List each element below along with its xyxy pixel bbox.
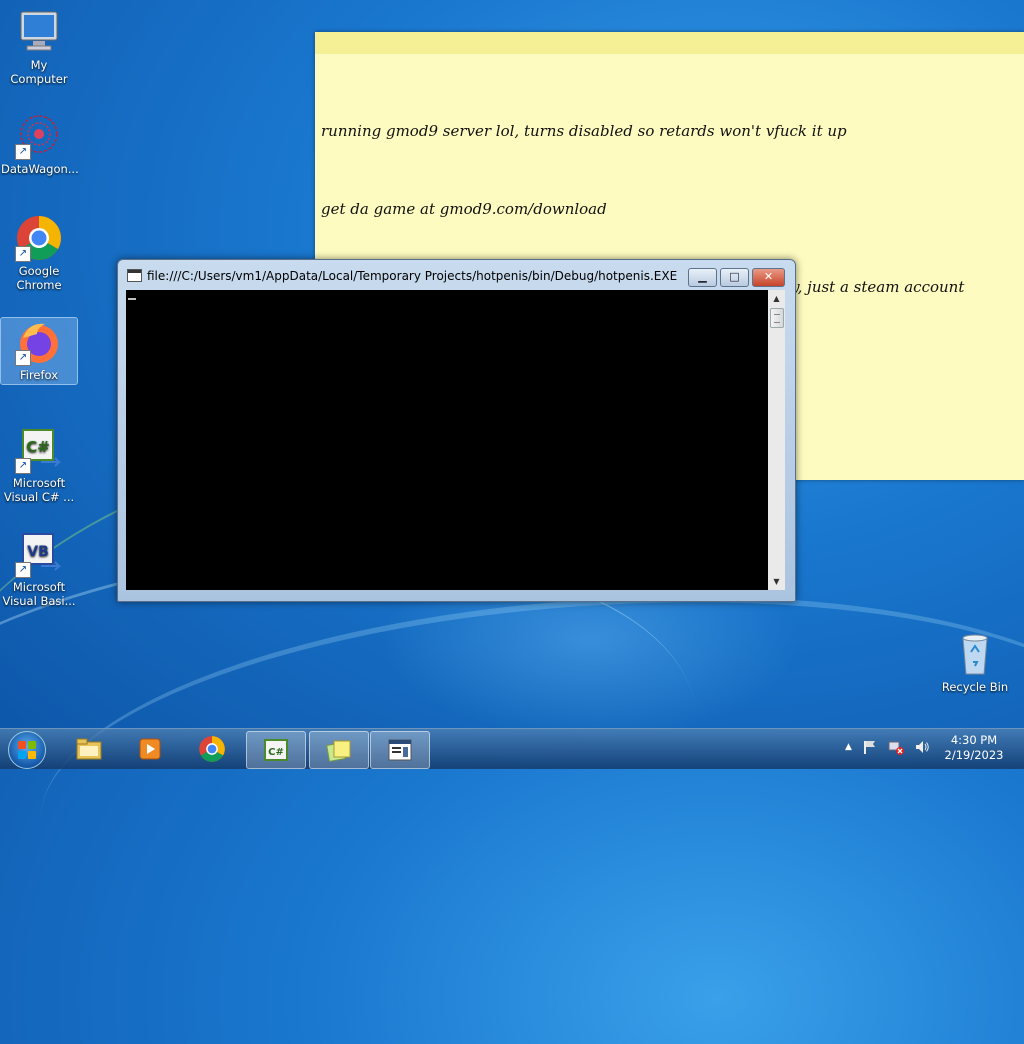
desktop-icon-label: Recycle Bin xyxy=(941,680,1009,694)
desktop-icon-visual-basic[interactable]: VB ↗ Microsoft Visual Basi... xyxy=(1,530,77,608)
media-player-icon xyxy=(139,738,161,760)
desktop-icon-google-chrome[interactable]: ↗ Google Chrome xyxy=(1,214,77,292)
console-app-icon[interactable] xyxy=(127,269,142,282)
desktop-icon-label: Microsoft Visual Basi... xyxy=(2,580,76,608)
sticky-line: get da game at gmod9.com/download xyxy=(321,200,607,218)
sticky-notes-icon xyxy=(326,740,351,762)
taskbar-visual-csharp-button[interactable]: C# xyxy=(246,731,306,769)
taskbar-clock[interactable]: 4:30 PM 2/19/2023 xyxy=(936,733,1012,763)
shortcut-arrow-icon: ↗ xyxy=(15,350,31,366)
taskbar-chrome-button[interactable] xyxy=(183,731,241,767)
text-cursor xyxy=(128,298,136,300)
vertical-scrollbar[interactable]: ▲ ▼ xyxy=(768,290,785,590)
svg-text:C#: C# xyxy=(268,747,284,758)
show-hidden-icons-arrow-icon[interactable]: ▲ xyxy=(845,742,852,752)
desktop-icon-recycle-bin[interactable]: Recycle Bin xyxy=(937,630,1013,694)
scroll-down-arrow-icon[interactable]: ▼ xyxy=(768,573,785,590)
recycle-bin-icon xyxy=(951,630,999,678)
taskbar-sticky-notes-button[interactable] xyxy=(309,731,369,769)
visual-csharp-icon: C# ↗ xyxy=(15,426,63,474)
desktop-icon-label: DataWagon... xyxy=(1,162,79,176)
console-window[interactable]: file:///C:/Users/vm1/AppData/Local/Tempo… xyxy=(117,259,796,602)
desktop-icon-my-computer[interactable]: My Computer xyxy=(1,8,77,86)
taskbar-explorer-button[interactable] xyxy=(60,731,118,767)
console-output[interactable] xyxy=(126,290,768,590)
taskbar-media-player-button[interactable] xyxy=(121,731,179,767)
visual-basic-icon: VB ↗ xyxy=(15,530,63,578)
visual-csharp-icon: C# xyxy=(264,739,288,761)
system-tray: ▲ xyxy=(845,739,930,755)
start-button[interactable] xyxy=(8,731,46,769)
console-titlebar[interactable]: file:///C:/Users/vm1/AppData/Local/Tempo… xyxy=(118,260,795,290)
desktop-icon-label: Microsoft Visual C# ... xyxy=(3,476,75,504)
shortcut-arrow-icon: ↗ xyxy=(15,458,31,474)
shortcut-arrow-icon: ↗ xyxy=(15,144,31,160)
datawagon-icon: ↗ xyxy=(15,112,63,160)
minimize-button[interactable]: ▁ xyxy=(688,268,717,287)
action-center-flag-icon[interactable] xyxy=(862,739,878,755)
scrollbar-thumb[interactable] xyxy=(770,308,784,328)
desktop-icon-datawagon[interactable]: ↗ DataWagon... xyxy=(1,112,79,176)
taskbar: C# ▲ 4:30 PM 2/19/2023 xyxy=(0,728,1024,769)
desktop-icon-label: Firefox xyxy=(19,368,59,382)
windows-logo-icon xyxy=(18,741,36,759)
computer-icon xyxy=(15,8,63,56)
window-title: file:///C:/Users/vm1/AppData/Local/Tempo… xyxy=(147,269,678,283)
chrome-icon: ↗ xyxy=(15,214,63,262)
desktop-icon-visual-csharp[interactable]: C# ↗ Microsoft Visual C# ... xyxy=(1,426,77,504)
sticky-line: running gmod9 server lol, turns disabled… xyxy=(321,122,847,140)
console-icon xyxy=(388,739,412,761)
folder-icon xyxy=(76,738,102,760)
clock-time: 4:30 PM xyxy=(950,733,998,747)
clock-date: 2/19/2023 xyxy=(944,748,1004,762)
network-error-icon[interactable] xyxy=(888,739,905,755)
maximize-button[interactable]: □ xyxy=(720,268,749,287)
chrome-icon xyxy=(199,736,225,762)
shortcut-arrow-icon: ↗ xyxy=(15,246,31,262)
shortcut-arrow-icon: ↗ xyxy=(15,562,31,578)
close-button[interactable]: ✕ xyxy=(752,268,785,287)
svg-text:VB: VB xyxy=(27,544,49,560)
volume-icon[interactable] xyxy=(914,739,930,755)
sticky-note-header[interactable] xyxy=(315,32,1024,54)
desktop-icon-label: My Computer xyxy=(10,58,68,86)
taskbar-console-button[interactable] xyxy=(370,731,430,769)
desktop-icon-firefox[interactable]: ↗ Firefox xyxy=(0,317,78,385)
firefox-icon: ↗ xyxy=(15,318,63,366)
scroll-up-arrow-icon[interactable]: ▲ xyxy=(768,290,785,307)
desktop-icon-label: Google Chrome xyxy=(16,264,62,292)
svg-text:C#: C# xyxy=(26,438,50,456)
